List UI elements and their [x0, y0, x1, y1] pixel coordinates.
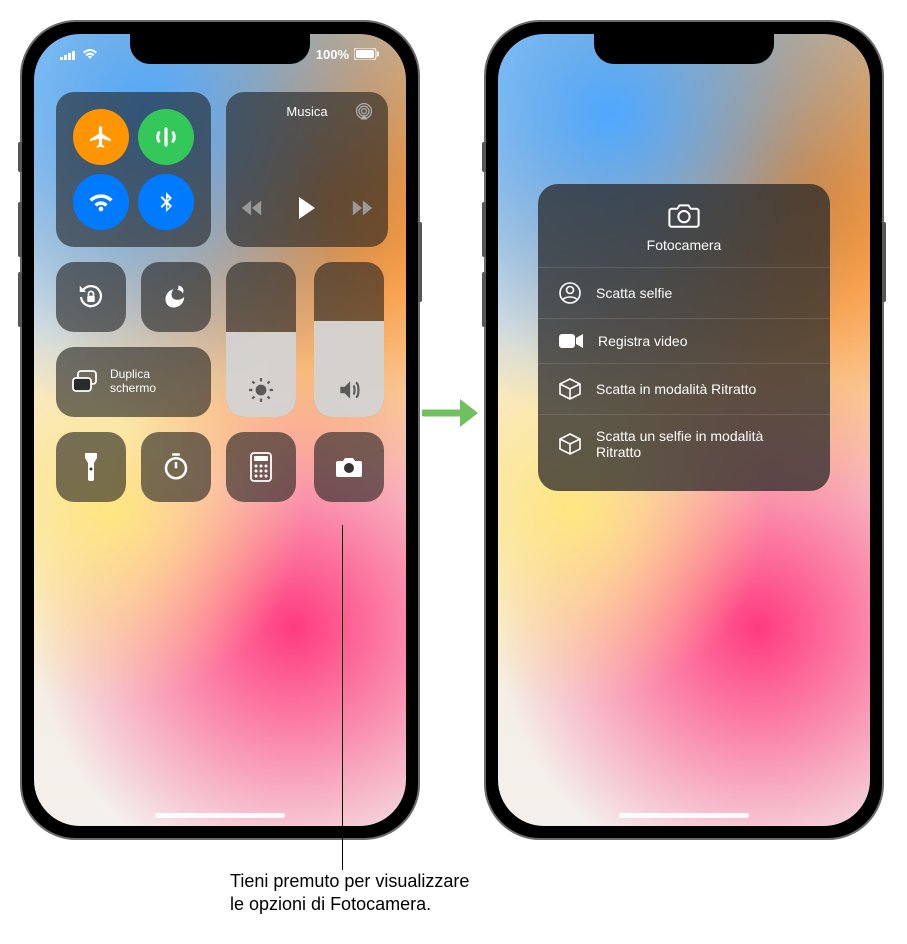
camera-option-label: Scatta selfie	[596, 285, 810, 301]
camera-option-portrait-selfie[interactable]: Scatta un selfie in modalità Ritratto	[538, 414, 830, 473]
selfie-icon	[558, 281, 582, 305]
side-button	[882, 222, 886, 302]
callout-line	[342, 525, 343, 870]
notch	[594, 34, 774, 64]
screen-mirroring-button[interactable]: Duplica schermo	[56, 347, 211, 417]
forward-icon[interactable]	[351, 200, 373, 216]
brightness-fill	[226, 332, 296, 417]
camera-icon	[667, 202, 701, 229]
camera-option-video[interactable]: Registra video	[538, 318, 830, 363]
timer-button[interactable]	[141, 432, 211, 502]
cellular-data-button[interactable]	[138, 109, 194, 165]
camera-options-panel: Fotocamera Scatta selfie Registra video	[538, 184, 830, 491]
brightness-slider[interactable]	[226, 262, 296, 417]
cube-icon	[558, 432, 582, 456]
video-icon	[558, 332, 584, 350]
calculator-button[interactable]	[226, 432, 296, 502]
wifi-button[interactable]	[73, 174, 129, 230]
screens-icon	[70, 369, 100, 395]
bluetooth-button[interactable]	[138, 174, 194, 230]
side-button	[418, 222, 422, 302]
volume-up	[18, 202, 22, 257]
home-indicator[interactable]	[619, 813, 749, 818]
phone-left: 100%	[20, 20, 420, 840]
volume-up	[482, 202, 486, 257]
camera-button[interactable]	[314, 432, 384, 502]
camera-option-label: Scatta in modalità Ritratto	[596, 381, 810, 397]
mute-switch	[18, 142, 22, 172]
cellular-icon	[60, 49, 77, 60]
camera-option-label: Scatta un selfie in modalità Ritratto	[596, 428, 810, 460]
control-center-screen: 100%	[34, 34, 406, 826]
camera-option-label: Registra video	[598, 333, 810, 349]
orientation-lock-button[interactable]	[56, 262, 126, 332]
camera-option-selfie[interactable]: Scatta selfie	[538, 267, 830, 318]
flashlight-button[interactable]	[56, 432, 126, 502]
mute-switch	[482, 142, 486, 172]
notch	[130, 34, 310, 64]
battery-icon	[354, 48, 380, 60]
music-tile[interactable]: Musica	[226, 92, 388, 247]
camera-option-portrait[interactable]: Scatta in modalità Ritratto	[538, 363, 830, 414]
do-not-disturb-button[interactable]	[141, 262, 211, 332]
caption-line1: Tieni premuto per visualizzare	[230, 870, 710, 893]
play-icon[interactable]	[297, 197, 317, 219]
caption: Tieni premuto per visualizzare le opzion…	[230, 870, 710, 917]
caption-line2: le opzioni di Fotocamera.	[230, 893, 710, 916]
volume-slider[interactable]	[314, 262, 384, 417]
airplay-icon[interactable]	[354, 102, 374, 122]
stage: 100%	[0, 0, 907, 944]
rewind-icon[interactable]	[241, 200, 263, 216]
mirror-line2: schermo	[110, 382, 156, 396]
battery-label: 100%	[316, 47, 349, 62]
camera-panel-title: Fotocamera	[647, 237, 722, 253]
phone-right: Fotocamera Scatta selfie Registra video	[484, 20, 884, 840]
mirror-line1: Duplica	[110, 368, 156, 382]
cube-icon	[558, 377, 582, 401]
volume-icon	[336, 377, 362, 403]
volume-down	[18, 272, 22, 327]
connectivity-group[interactable]	[56, 92, 211, 247]
airplane-mode-button[interactable]	[73, 109, 129, 165]
camera-options-screen: Fotocamera Scatta selfie Registra video	[498, 34, 870, 826]
home-indicator[interactable]	[155, 813, 285, 818]
volume-down	[482, 272, 486, 327]
brightness-icon	[248, 377, 274, 403]
arrow-icon	[422, 395, 482, 431]
wifi-icon	[82, 48, 98, 60]
